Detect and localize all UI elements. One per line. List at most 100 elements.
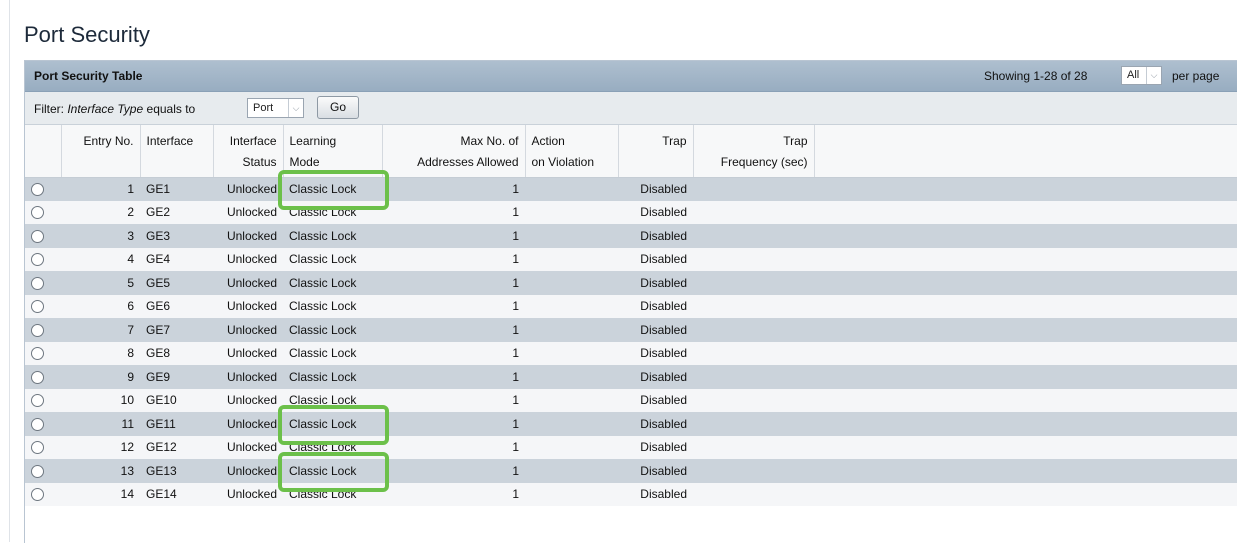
row-select-radio[interactable] <box>31 183 44 197</box>
col-entry-no[interactable]: Entry No. <box>61 125 141 178</box>
table-row[interactable]: 8 GE8 Unlocked Classic Lock 1 Disabled <box>25 341 1237 365</box>
cell-trap: Disabled <box>618 365 693 389</box>
cell-trap: Disabled <box>618 412 693 436</box>
row-select-cell[interactable] <box>25 341 61 365</box>
table-row[interactable]: 11 GE11 Unlocked Classic Lock 1 Disabled <box>25 412 1237 436</box>
row-select-radio[interactable] <box>31 370 44 384</box>
cell-filler <box>814 224 1237 248</box>
cell-trap-frequency <box>693 271 814 295</box>
filter-value-select[interactable]: Port ⌵ <box>247 98 304 118</box>
cell-learning-mode: Classic Lock <box>283 247 382 271</box>
row-select-radio[interactable] <box>31 417 44 431</box>
row-select-radio[interactable] <box>31 394 44 408</box>
cell-action-on-violation <box>525 318 618 342</box>
cell-max-addresses: 1 <box>382 247 525 271</box>
row-select-cell[interactable] <box>25 294 61 318</box>
per-page-select[interactable]: All ⌵ <box>1121 66 1162 85</box>
cell-learning-mode: Classic Lock <box>283 388 382 412</box>
row-select-radio[interactable] <box>31 464 44 478</box>
cell-interface: GE14 <box>140 482 213 506</box>
cell-action-on-violation <box>525 482 618 506</box>
cell-trap-frequency <box>693 247 814 271</box>
cell-filler <box>814 271 1237 295</box>
table-row[interactable]: 13 GE13 Unlocked Classic Lock 1 Disabled <box>25 459 1237 483</box>
port-security-table: Entry No. Interface Interface Status Lear… <box>25 125 1237 506</box>
table-row[interactable]: 5 GE5 Unlocked Classic Lock 1 Disabled <box>25 271 1237 295</box>
cell-trap-frequency <box>693 365 814 389</box>
table-header-row: Entry No. Interface Interface Status Lear… <box>25 125 1237 178</box>
table-row[interactable]: 3 GE3 Unlocked Classic Lock 1 Disabled <box>25 224 1237 248</box>
cell-trap: Disabled <box>618 224 693 248</box>
port-security-panel: Port Security Table Showing 1-28 of 28 A… <box>24 60 1237 543</box>
table-row[interactable]: 2 GE2 Unlocked Classic Lock 1 Disabled <box>25 200 1237 224</box>
cell-trap-frequency <box>693 294 814 318</box>
row-select-cell[interactable] <box>25 247 61 271</box>
col-interface[interactable]: Interface <box>140 125 214 178</box>
window-left-edge <box>0 0 10 542</box>
col-learning-mode[interactable]: Learning Mode <box>283 125 383 178</box>
row-select-cell[interactable] <box>25 200 61 224</box>
col-max-addresses[interactable]: Max No. of Addresses Allowed <box>382 125 526 178</box>
cell-entry-no: 2 <box>61 200 140 224</box>
row-select-cell[interactable] <box>25 177 61 201</box>
row-select-radio[interactable] <box>31 300 44 314</box>
cell-trap: Disabled <box>618 247 693 271</box>
row-select-cell[interactable] <box>25 271 61 295</box>
cell-trap-frequency <box>693 318 814 342</box>
row-select-cell[interactable] <box>25 318 61 342</box>
cell-trap: Disabled <box>618 200 693 224</box>
cell-action-on-violation <box>525 412 618 436</box>
cell-entry-no: 11 <box>61 412 140 436</box>
col-trap[interactable]: Trap <box>618 125 694 178</box>
window-top-edge <box>0 0 1237 9</box>
cell-interface: GE3 <box>140 224 213 248</box>
row-select-cell[interactable] <box>25 388 61 412</box>
row-select-cell[interactable] <box>25 365 61 389</box>
row-select-cell[interactable] <box>25 482 61 506</box>
cell-entry-no: 8 <box>61 341 140 365</box>
row-select-radio[interactable] <box>31 276 44 290</box>
table-row[interactable]: 10 GE10 Unlocked Classic Lock 1 Disabled <box>25 388 1237 412</box>
cell-action-on-violation <box>525 247 618 271</box>
row-select-cell[interactable] <box>25 459 61 483</box>
table-row[interactable]: 6 GE6 Unlocked Classic Lock 1 Disabled <box>25 294 1237 318</box>
panel-title: Port Security Table <box>34 69 143 83</box>
table-row[interactable]: 9 GE9 Unlocked Classic Lock 1 Disabled <box>25 365 1237 389</box>
cell-max-addresses: 1 <box>382 482 525 506</box>
cell-interface-status: Unlocked <box>213 177 283 201</box>
cell-interface: GE10 <box>140 388 213 412</box>
col-interface-status[interactable]: Interface Status <box>213 125 284 178</box>
cell-filler <box>814 177 1237 201</box>
table-row[interactable]: 4 GE4 Unlocked Classic Lock 1 Disabled <box>25 247 1237 271</box>
row-select-radio[interactable] <box>31 347 44 361</box>
cell-interface: GE4 <box>140 247 213 271</box>
go-button[interactable]: Go <box>317 96 359 119</box>
cell-max-addresses: 1 <box>382 271 525 295</box>
cell-max-addresses: 1 <box>382 294 525 318</box>
row-select-cell[interactable] <box>25 412 61 436</box>
cell-learning-mode: Classic Lock <box>283 412 382 436</box>
cell-max-addresses: 1 <box>382 224 525 248</box>
page-title: Port Security <box>24 22 150 47</box>
cell-interface-status: Unlocked <box>213 388 283 412</box>
row-select-radio[interactable] <box>31 253 44 267</box>
cell-entry-no: 5 <box>61 271 140 295</box>
col-action-on-violation[interactable]: Action on Violation <box>525 125 619 178</box>
row-select-radio[interactable] <box>31 229 44 243</box>
row-select-radio[interactable] <box>31 488 44 502</box>
table-row[interactable]: 12 GE12 Unlocked Classic Lock 1 Disabled <box>25 435 1237 459</box>
cell-learning-mode: Classic Lock <box>283 435 382 459</box>
table-row[interactable]: 1 GE1 Unlocked Classic Lock 1 Disabled <box>25 177 1237 201</box>
cell-entry-no: 3 <box>61 224 140 248</box>
table-row[interactable]: 7 GE7 Unlocked Classic Lock 1 Disabled <box>25 318 1237 342</box>
table-row[interactable]: 14 GE14 Unlocked Classic Lock 1 Disabled <box>25 482 1237 506</box>
row-select-cell[interactable] <box>25 224 61 248</box>
row-select-radio[interactable] <box>31 441 44 455</box>
row-select-cell[interactable] <box>25 435 61 459</box>
filter-prefix: Filter: <box>34 102 64 116</box>
row-select-radio[interactable] <box>31 206 44 220</box>
cell-trap: Disabled <box>618 459 693 483</box>
cell-action-on-violation <box>525 459 618 483</box>
row-select-radio[interactable] <box>31 323 44 337</box>
col-trap-frequency[interactable]: Trap Frequency (sec) <box>693 125 815 178</box>
